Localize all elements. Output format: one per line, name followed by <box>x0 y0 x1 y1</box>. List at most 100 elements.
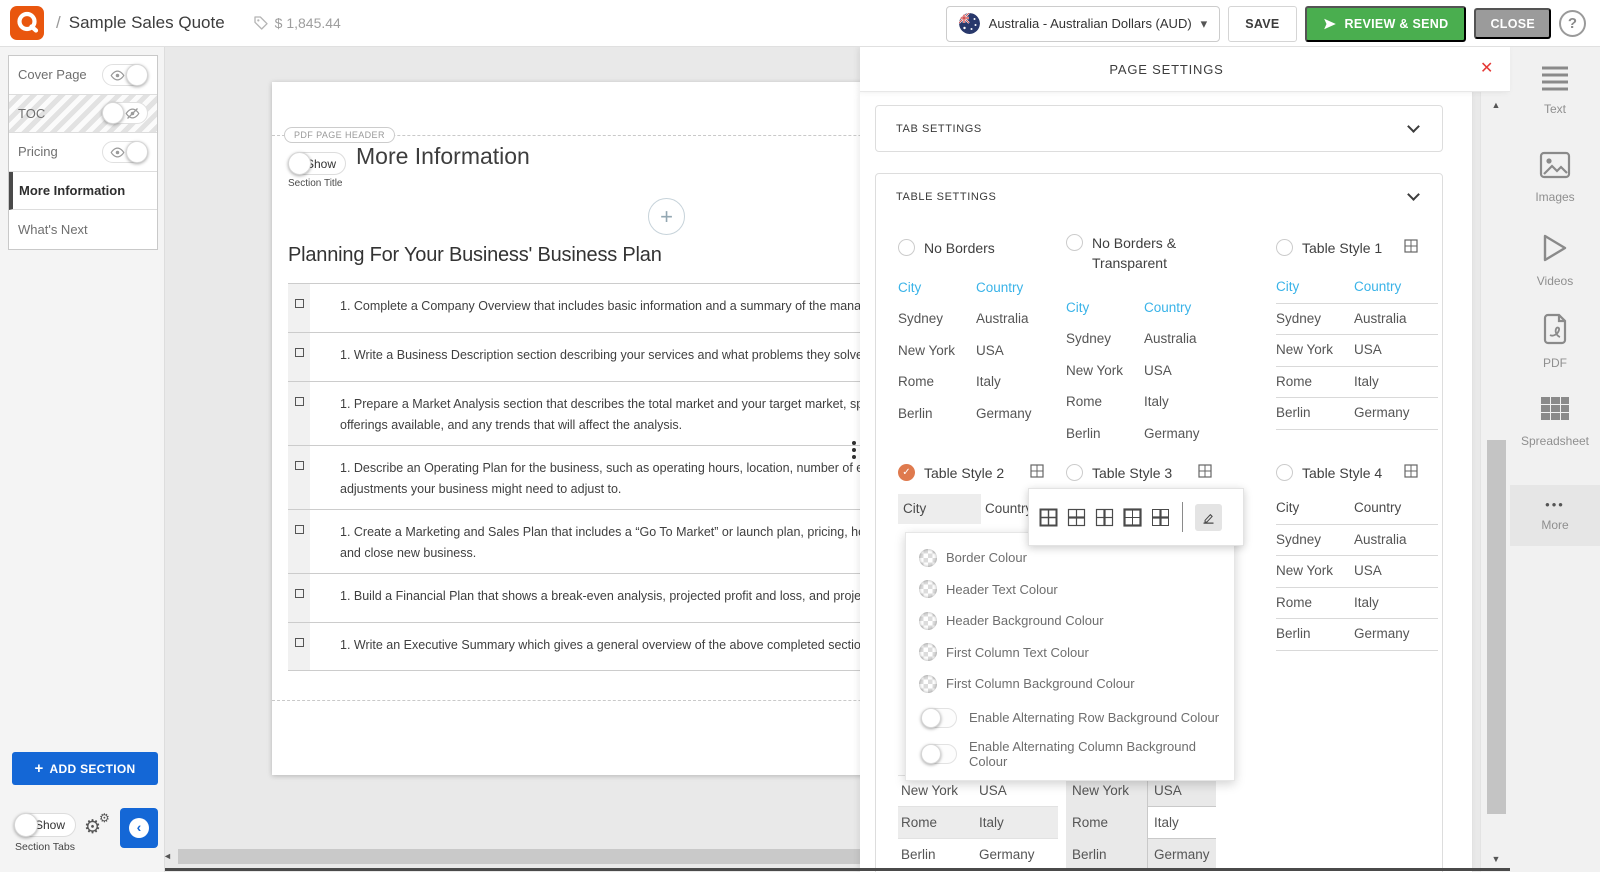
dropdown-colour-item[interactable]: First Column Text Colour <box>906 637 1234 669</box>
colour-swatch-icon[interactable] <box>919 675 937 693</box>
edit-colours-button[interactable] <box>1195 504 1222 531</box>
visibility-toggle[interactable] <box>102 102 148 124</box>
radio-unchecked[interactable] <box>1066 464 1083 481</box>
section-tabs-toggle[interactable]: Show <box>14 813 76 837</box>
border-preset-outer-icon[interactable] <box>1123 508 1142 527</box>
colour-swatch-icon[interactable] <box>919 580 937 598</box>
panel-scrollbar[interactable]: ▲ ▼ <box>1480 92 1510 872</box>
sidebar-item-pricing[interactable]: Pricing <box>9 133 157 172</box>
page-title[interactable]: Sample Sales Quote <box>69 13 225 33</box>
collapse-sidebar-button[interactable]: ‹ <box>120 808 158 848</box>
table-grid-icon[interactable] <box>1030 464 1044 483</box>
help-icon[interactable]: ? <box>1559 10 1586 37</box>
rail-item-videos[interactable]: Videos <box>1510 233 1600 288</box>
rail-item-pdf[interactable]: PDF <box>1510 313 1600 370</box>
radio-unchecked[interactable] <box>1066 234 1083 251</box>
dropdown-toggle-item[interactable]: Enable Alternating Row Background Colour <box>906 700 1234 736</box>
currency-select[interactable]: Australia - Australian Dollars (AUD) ▾ <box>946 6 1221 42</box>
table-grid-icon[interactable] <box>1198 464 1212 483</box>
dropdown-item-label: First Column Background Colour <box>946 676 1135 691</box>
border-preset-all-icon[interactable] <box>1039 508 1058 527</box>
checklist-text[interactable]: 1. Build a Financial Plan that shows a b… <box>310 574 871 622</box>
scroll-up-arrow-icon[interactable]: ▲ <box>1481 100 1511 110</box>
checkbox[interactable] <box>295 589 304 598</box>
radio-unchecked[interactable] <box>898 239 915 256</box>
checklist-text[interactable]: 1. Write an Executive Summary which give… <box>310 623 868 670</box>
settings-gear-icon[interactable]: ⚙⚙ <box>84 813 114 843</box>
checklist-text[interactable]: 1. Complete a Company Overview that incl… <box>310 284 868 332</box>
visibility-toggle[interactable] <box>102 141 148 163</box>
checkbox[interactable] <box>295 299 304 308</box>
dropdown-colour-item[interactable]: First Column Background Colour <box>906 668 1234 700</box>
toggle-off[interactable] <box>921 708 957 728</box>
block-drag-handle[interactable] <box>852 441 856 459</box>
checklist-text[interactable]: 1. Create a Marketing and Sales Plan tha… <box>310 510 874 573</box>
sidebar-item-more-information[interactable]: More Information <box>9 172 157 211</box>
document-heading[interactable]: Planning For Your Business' Business Pla… <box>288 244 662 267</box>
dropdown-colour-item[interactable]: Header Text Colour <box>906 574 1234 606</box>
sample-table-alt-grid[interactable]: New YorkUSARomeItalyBerlinGermany <box>1066 775 1216 871</box>
checkbox[interactable] <box>295 638 304 647</box>
rail-item-text[interactable]: Text <box>1510 65 1600 116</box>
scroll-down-arrow-icon[interactable]: ▼ <box>1481 854 1511 864</box>
checkbox[interactable] <box>295 348 304 357</box>
dropdown-toggle-item[interactable]: Enable Alternating Column Background Col… <box>906 736 1234 772</box>
scroll-left-arrow-icon[interactable]: ◄ <box>163 851 172 861</box>
border-preset-first-column-icon[interactable] <box>1095 508 1114 527</box>
dropdown-colour-item[interactable]: Header Background Colour <box>906 605 1234 637</box>
horizontal-scrollbar-thumb[interactable] <box>178 849 860 864</box>
table-cell: Country <box>1144 293 1226 323</box>
dropdown-colour-item[interactable]: Border Colour <box>906 542 1234 574</box>
tab-settings-accordion[interactable]: TAB SETTINGS <box>875 105 1443 152</box>
colour-swatch-icon[interactable] <box>919 643 937 661</box>
sample-table-alt-rows[interactable]: New YorkUSARomeItalyBerlinGermany <box>898 775 1058 871</box>
table-style-option-2-selected[interactable]: ✓ Table Style 2 <box>898 463 1004 483</box>
sample-table-no-borders[interactable]: CityCountrySydneyAustraliaNew YorkUSARom… <box>898 272 1058 430</box>
toggle-off[interactable] <box>921 744 957 764</box>
visibility-toggle[interactable] <box>102 64 148 86</box>
table-grid-icon[interactable] <box>1404 239 1418 258</box>
table-style-option-no-borders-transparent[interactable]: No Borders & Transparent <box>1066 233 1208 273</box>
checkbox[interactable] <box>295 525 304 534</box>
table-style-option-1[interactable]: Table Style 1 <box>1276 238 1382 258</box>
rail-item-more[interactable]: ••• More <box>1510 485 1600 546</box>
sample-table-row: BerlinGermany <box>898 398 1058 430</box>
sidebar-item-toc[interactable]: TOC <box>9 95 157 134</box>
table-cell: City <box>1276 272 1354 302</box>
vertical-scrollbar-thumb[interactable] <box>1487 440 1506 814</box>
sidebar-item-whats-next[interactable]: What's Next <box>9 210 157 249</box>
sample-table-style-1[interactable]: CityCountrySydneyAustraliaNew YorkUSARom… <box>1276 272 1438 430</box>
border-preset-header-icon[interactable] <box>1067 508 1086 527</box>
checklist-text[interactable]: 1. Describe an Operating Plan for the bu… <box>310 446 874 509</box>
table-grid-icon[interactable] <box>1404 464 1418 483</box>
radio-checked[interactable]: ✓ <box>898 464 915 481</box>
table-cell: Italy <box>976 367 1058 397</box>
section-title-show-toggle[interactable]: Show <box>288 152 346 175</box>
panel-close-icon[interactable]: ✕ <box>1480 58 1493 78</box>
sample-table-style-4[interactable]: CityCountrySydneyAustraliaNew YorkUSARom… <box>1276 493 1438 651</box>
save-button[interactable]: SAVE <box>1228 6 1296 42</box>
table-cell: Sydney <box>1066 324 1144 354</box>
checkbox[interactable] <box>295 461 304 470</box>
table-style-option-no-borders[interactable]: No Borders <box>898 238 995 258</box>
app-logo-icon[interactable] <box>10 6 44 40</box>
add-section-button[interactable]: + ADD SECTION <box>12 752 158 785</box>
table-style-option-4[interactable]: Table Style 4 <box>1276 463 1382 483</box>
border-preset-inner-icon[interactable] <box>1151 508 1170 527</box>
add-block-button[interactable]: + <box>648 198 685 235</box>
sample-table-no-borders-transparent[interactable]: CityCountrySydneyAustraliaNew YorkUSARom… <box>1066 292 1226 450</box>
colour-swatch-icon[interactable] <box>919 612 937 630</box>
checklist-text[interactable]: 1. Prepare a Market Analysis section tha… <box>310 382 863 445</box>
checkbox[interactable] <box>295 397 304 406</box>
rail-item-images[interactable]: Images <box>1510 151 1600 204</box>
rail-item-spreadsheet[interactable]: Spreadsheet <box>1510 395 1600 448</box>
checklist-text[interactable]: 1. Write a Business Description section … <box>310 333 866 381</box>
radio-unchecked[interactable] <box>1276 464 1293 481</box>
review-send-button[interactable]: REVIEW & SEND <box>1305 6 1467 42</box>
section-title[interactable]: More Information <box>356 143 530 170</box>
table-style-option-3[interactable]: Table Style 3 <box>1066 463 1172 483</box>
sidebar-item-cover-page[interactable]: Cover Page <box>9 56 157 95</box>
colour-swatch-icon[interactable] <box>919 549 937 567</box>
close-button[interactable]: CLOSE <box>1474 8 1551 39</box>
radio-unchecked[interactable] <box>1276 239 1293 256</box>
